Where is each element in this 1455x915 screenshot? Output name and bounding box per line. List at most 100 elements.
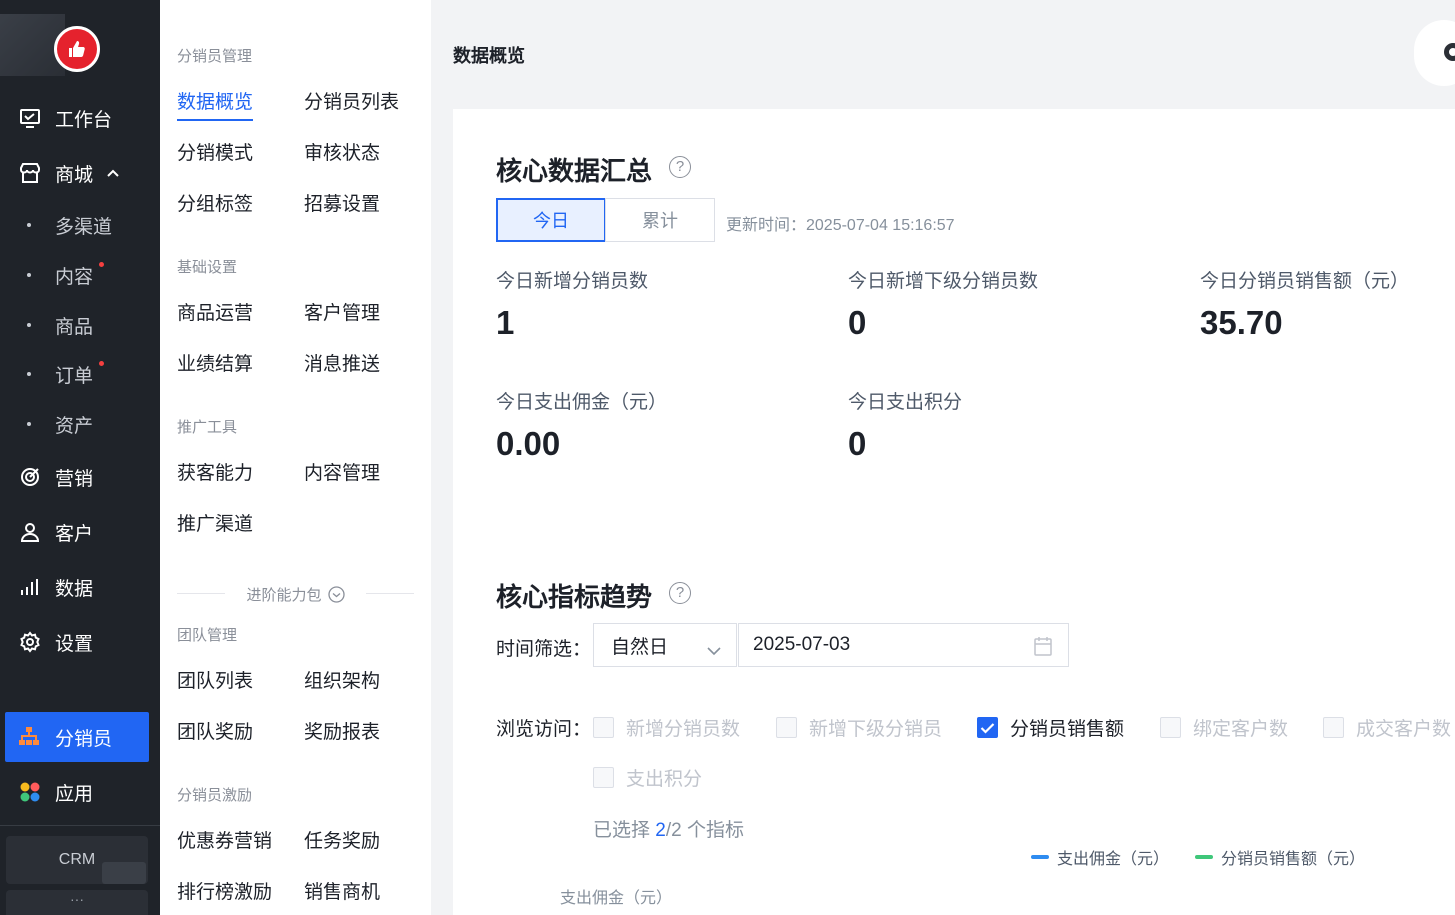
period-select[interactable]: 自然日 bbox=[593, 623, 737, 667]
bullet-icon bbox=[27, 372, 31, 376]
checkbox-box bbox=[593, 717, 614, 738]
org-tree-icon bbox=[18, 725, 40, 753]
menu-group-title: 分销员管理 bbox=[177, 48, 253, 65]
avatar bbox=[102, 862, 146, 884]
menu-item-acquisition[interactable]: 获客能力 bbox=[177, 458, 253, 485]
y-axis-label: 支出佣金（元） bbox=[560, 890, 673, 907]
nav-item-workbench[interactable]: 工作台 bbox=[0, 96, 160, 140]
divider bbox=[0, 825, 160, 826]
selected-count: 已选择 2/2 个指标 bbox=[593, 820, 744, 841]
divider bbox=[366, 593, 414, 594]
nav-item-marketing[interactable]: 营销 bbox=[0, 455, 160, 499]
apps-grid-icon bbox=[18, 780, 42, 804]
menu-item-task-rewards[interactable]: 任务奖励 bbox=[304, 826, 380, 853]
store-icon bbox=[18, 161, 42, 185]
menu-item-promo-channels[interactable]: 推广渠道 bbox=[177, 509, 253, 536]
thumbs-up-logo-icon[interactable] bbox=[54, 26, 100, 72]
menu-item-sales-leads[interactable]: 销售商机 bbox=[304, 877, 380, 904]
menu-item-settlement[interactable]: 业绩结算 bbox=[177, 349, 253, 376]
chevron-down-circle-icon bbox=[327, 585, 345, 603]
nav-item-customers[interactable]: 客户 bbox=[0, 510, 160, 554]
menu-group-title: 团队管理 bbox=[177, 627, 238, 644]
checkmark-icon bbox=[977, 717, 998, 738]
crm-button[interactable]: CRM bbox=[6, 836, 148, 884]
nav-sub-content[interactable]: 内容 bbox=[0, 257, 160, 293]
metric-checkbox-bound-customers[interactable]: 绑定客户数 bbox=[1160, 714, 1288, 741]
gear-icon bbox=[18, 630, 42, 654]
metric-checkbox-sales[interactable]: 分销员销售额 bbox=[977, 714, 1124, 741]
marketing-icon bbox=[18, 465, 42, 489]
metric-checkbox-new-distributors[interactable]: 新增分销员数 bbox=[593, 714, 740, 741]
customer-icon bbox=[18, 520, 42, 544]
tab-cumulative[interactable]: 累计 bbox=[605, 198, 715, 242]
stat-label: 今日分销员销售额（元） bbox=[1200, 271, 1410, 292]
notification-dot bbox=[99, 262, 104, 267]
main-sidebar: 工作台 商城 多渠道 内容 商品 订单 资产 营销 客户 数据 设置 分销员 应… bbox=[0, 0, 160, 915]
bullet-icon bbox=[27, 323, 31, 327]
menu-item-distribution-mode[interactable]: 分销模式 bbox=[177, 138, 253, 165]
metric-checkbox-new-sub-distributors[interactable]: 新增下级分销员 bbox=[776, 714, 942, 741]
legend-item-commission[interactable]: 支出佣金（元） bbox=[1031, 845, 1169, 869]
nav-sub-orders[interactable]: 订单 bbox=[0, 356, 160, 392]
calendar-icon bbox=[1034, 636, 1052, 662]
checkbox-box bbox=[1160, 717, 1181, 738]
menu-item-review-status[interactable]: 审核状态 bbox=[304, 138, 380, 165]
nav-item-store[interactable]: 商城 bbox=[0, 151, 160, 195]
checkbox-box bbox=[593, 767, 614, 788]
stat-label: 今日支出佣金（元） bbox=[496, 392, 668, 413]
nav-item-apps[interactable]: 应用 bbox=[0, 770, 160, 814]
help-icon[interactable]: ? bbox=[669, 156, 691, 178]
stat-label: 今日支出积分 bbox=[848, 392, 963, 413]
browse-label: 浏览访问： bbox=[496, 719, 592, 740]
stat-label: 今日新增分销员数 bbox=[496, 271, 649, 292]
legend-swatch bbox=[1195, 855, 1213, 859]
menu-group-title: 推广工具 bbox=[177, 419, 238, 436]
bullet-icon bbox=[27, 273, 31, 277]
menu-item-recruit-settings[interactable]: 招募设置 bbox=[304, 189, 380, 216]
chevron-down-icon bbox=[706, 640, 722, 662]
date-picker[interactable]: 2025-07-03 bbox=[738, 623, 1069, 667]
menu-group-title: 分销员激励 bbox=[177, 787, 253, 804]
menu-item-product-ops[interactable]: 商品运营 bbox=[177, 298, 253, 325]
chevron-up-icon[interactable] bbox=[106, 164, 120, 186]
stat-value: 0 bbox=[848, 425, 867, 462]
menu-item-group-tags[interactable]: 分组标签 bbox=[177, 189, 253, 216]
menu-item-message-push[interactable]: 消息推送 bbox=[304, 349, 380, 376]
divider bbox=[177, 593, 225, 594]
menu-item-customer-mgmt[interactable]: 客户管理 bbox=[304, 298, 380, 325]
tab-today[interactable]: 今日 bbox=[496, 198, 606, 242]
nav-sub-assets[interactable]: 资产 bbox=[0, 406, 160, 442]
checkbox-box bbox=[776, 717, 797, 738]
menu-item-team-list[interactable]: 团队列表 bbox=[177, 666, 253, 693]
legend-item-sales[interactable]: 分销员销售额（元） bbox=[1195, 845, 1365, 869]
menu-item-content-mgmt[interactable]: 内容管理 bbox=[304, 458, 380, 485]
metric-checkbox-points-spent[interactable]: 支出积分 bbox=[593, 764, 702, 791]
secondary-menu: 分销员管理 数据概览 分销员列表 分销模式 审核状态 分组标签 招募设置 基础设… bbox=[160, 0, 431, 915]
more-button[interactable]: ··· bbox=[6, 890, 148, 915]
nav-item-distributor[interactable]: 分销员 bbox=[5, 712, 149, 762]
section-title-trend: 核心指标趋势 bbox=[496, 582, 653, 612]
checkbox-box bbox=[1323, 717, 1344, 738]
nav-sub-products[interactable]: 商品 bbox=[0, 307, 160, 343]
menu-item-data-overview[interactable]: 数据概览 bbox=[177, 87, 254, 121]
nav-sub-multichannel[interactable]: 多渠道 bbox=[0, 207, 160, 243]
circle-icon bbox=[1444, 43, 1455, 61]
nav-item-settings[interactable]: 设置 bbox=[0, 620, 160, 664]
nav-item-data[interactable]: 数据 bbox=[0, 565, 160, 609]
metric-checkbox-paying-customers[interactable]: 成交客户数 bbox=[1323, 714, 1451, 741]
stat-value: 1 bbox=[496, 304, 515, 341]
help-icon[interactable]: ? bbox=[669, 582, 691, 604]
menu-item-coupon-marketing[interactable]: 优惠券营销 bbox=[177, 826, 272, 853]
bullet-icon bbox=[27, 422, 31, 426]
header-action-button[interactable] bbox=[1414, 20, 1455, 86]
menu-item-org-structure[interactable]: 组织架构 bbox=[304, 666, 380, 693]
menu-item-reward-report[interactable]: 奖励报表 bbox=[304, 717, 380, 744]
stat-value: 0.00 bbox=[496, 425, 561, 462]
menu-item-team-rewards[interactable]: 团队奖励 bbox=[177, 717, 253, 744]
workbench-icon bbox=[18, 106, 42, 130]
bullet-icon bbox=[27, 223, 31, 227]
notification-dot bbox=[99, 361, 104, 366]
menu-item-leaderboard[interactable]: 排行榜激励 bbox=[177, 877, 272, 904]
menu-item-distributor-list[interactable]: 分销员列表 bbox=[304, 87, 399, 114]
advanced-pack-toggle[interactable]: 进阶能力包 bbox=[177, 583, 414, 605]
